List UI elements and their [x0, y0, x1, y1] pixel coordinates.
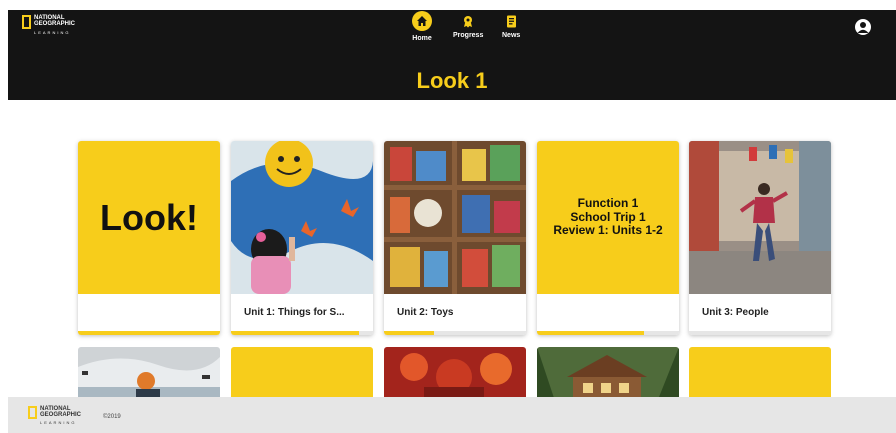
- home-icon: [412, 11, 432, 31]
- unit-3-thumbnail-image: [689, 141, 831, 294]
- logo-line-3: LEARNING: [34, 30, 71, 35]
- cover-line-review: Review 1: Units 1-2: [553, 223, 663, 238]
- nav-progress-label: Progress: [453, 32, 484, 39]
- nav-progress[interactable]: Progress: [453, 15, 483, 39]
- card-function-1[interactable]: Function 1 School Trip 1 Review 1: Units…: [537, 141, 679, 335]
- page-title: Look 1: [416, 68, 488, 93]
- nav-home-label: Home: [412, 35, 432, 42]
- cover-line-function: Function 1: [577, 195, 639, 210]
- logo-frame-icon: [28, 406, 37, 419]
- card-cover: Look!: [78, 141, 220, 294]
- card-label: Unit 1: Things for S...: [244, 307, 345, 318]
- card-progress-bar: [384, 331, 526, 335]
- card-unit-2[interactable]: Unit 2: Toys: [384, 141, 526, 335]
- card-label: Unit 3: People: [702, 307, 769, 318]
- nav-news[interactable]: News: [502, 15, 520, 39]
- card-progress-bar: [231, 331, 373, 335]
- card-unit-1[interactable]: Unit 1: Things for S...: [231, 141, 373, 335]
- card-progress-bar: [537, 331, 679, 335]
- card-look[interactable]: Look!: [78, 141, 220, 335]
- cover-line-school-trip: School Trip 1: [570, 209, 646, 224]
- footer-logo-line-2: GEOGRAPHIC: [40, 412, 82, 418]
- news-icon: [506, 15, 516, 28]
- unit-1-thumbnail-image: [231, 141, 373, 294]
- card-cover: Function 1 School Trip 1 Review 1: Units…: [537, 141, 679, 294]
- card-label: Unit 2: Toys: [397, 307, 454, 318]
- nav-home[interactable]: Home: [412, 11, 432, 42]
- card-progress-bar: [78, 331, 220, 335]
- logo-frame-icon: [22, 15, 31, 29]
- unit-2-thumbnail-image: [384, 141, 526, 294]
- logo-line-2: GEOGRAPHIC: [34, 21, 76, 27]
- copyright-text: ©2019: [103, 414, 121, 420]
- national-geographic-logo[interactable]: NATIONAL GEOGRAPHIC LEARNING: [22, 15, 75, 35]
- footer-logo-line-3: LEARNING: [40, 420, 77, 425]
- progress-icon: [464, 16, 473, 28]
- cover-title: Look!: [100, 196, 198, 238]
- footer: NATIONAL GEOGRAPHIC LEARNING ©2019: [8, 397, 896, 433]
- card-unit-3[interactable]: Unit 3: People: [689, 141, 831, 335]
- footer-logo[interactable]: NATIONAL GEOGRAPHIC LEARNING: [28, 406, 81, 425]
- user-icon[interactable]: [855, 19, 871, 35]
- page-title-bar: Look 1: [8, 62, 896, 100]
- nav-news-label: News: [502, 32, 521, 39]
- top-navigation-bar: [8, 10, 896, 62]
- card-progress-bar: [689, 331, 831, 335]
